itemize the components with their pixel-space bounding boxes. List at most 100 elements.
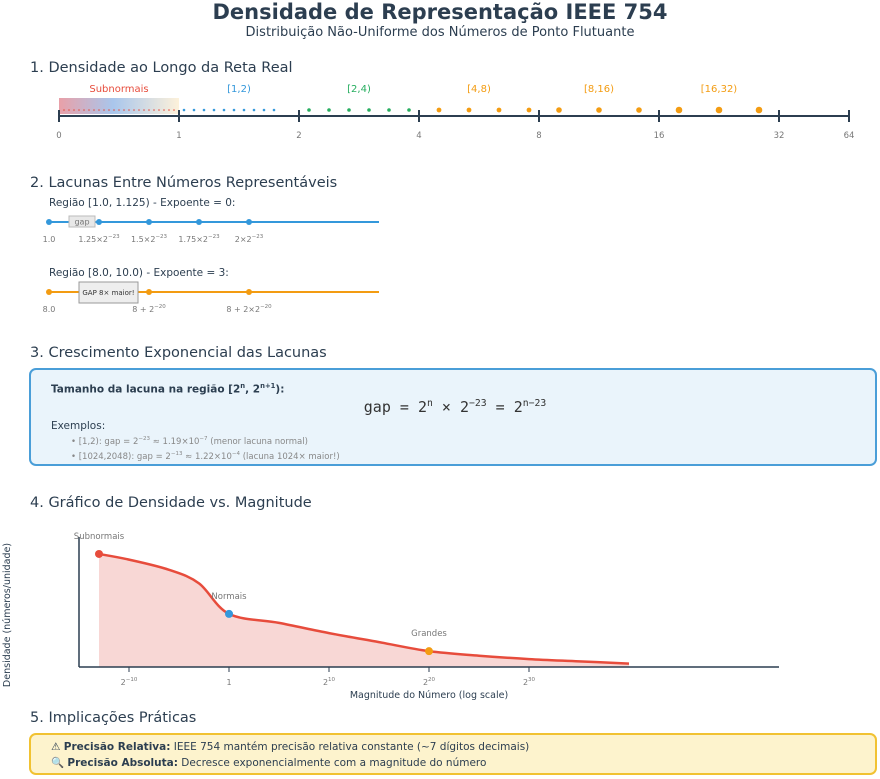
section4-heading: 4. Gráfico de Densidade vs. Magnitude <box>30 495 312 511</box>
tick-label-1: 1 <box>176 131 181 141</box>
region-a-tick-label: 1.5×2−23 <box>131 234 168 244</box>
implication-relative: ⚠ Precisão Relativa: IEEE 754 mantém pre… <box>51 741 530 753</box>
representable-dot <box>158 109 160 111</box>
region-a-point <box>196 219 202 225</box>
representable-dot <box>83 109 85 111</box>
section3-heading: 3. Crescimento Exponencial das Lacunas <box>30 345 327 361</box>
representable-dot <box>123 109 125 111</box>
page-title: Densidade de Representação IEEE 754 <box>212 0 668 24</box>
representable-dot <box>636 107 642 113</box>
representable-dot <box>68 109 70 111</box>
representable-dot <box>128 109 130 111</box>
representable-dot <box>168 109 170 111</box>
representable-dot <box>133 109 135 111</box>
chart-annotation: Grandes <box>411 629 447 639</box>
representable-dot <box>98 109 100 111</box>
representable-dot <box>387 108 391 112</box>
region-a-tick-label: 2×2−23 <box>235 234 264 244</box>
representable-dot <box>436 107 442 113</box>
section2-heading: 2. Lacunas Entre Números Representáveis <box>30 175 338 191</box>
tick-label-16: 16 <box>654 131 665 141</box>
representable-dot <box>242 108 246 112</box>
representable-dot <box>113 109 115 111</box>
region-a-title: Região [1.0, 1.125) - Expoente = 0: <box>49 197 236 209</box>
representable-dot <box>755 106 763 114</box>
chart-marker <box>225 609 233 618</box>
region-a-tick-label: 1.75×2−23 <box>178 234 220 244</box>
representable-dot <box>496 107 502 113</box>
representable-dot <box>118 109 120 111</box>
representable-dot <box>153 109 155 111</box>
representable-dot <box>407 108 411 112</box>
representable-dot <box>272 108 276 112</box>
subnormal-label: Subnormais <box>89 84 148 95</box>
representable-dot <box>192 108 196 112</box>
representable-dot <box>202 108 206 112</box>
example-item: • [1024,2048): gap = 2−13 ≈ 1.22×10−4 (l… <box>71 451 340 462</box>
tick-label-8: 8 <box>536 131 541 141</box>
representable-dot <box>173 109 175 111</box>
tick-label-32: 32 <box>774 131 785 141</box>
region-b-point <box>46 289 52 295</box>
region-a-tick-label: 1.25×2−23 <box>78 234 120 244</box>
region-b-tick-label: 8 + 2−20 <box>132 304 166 314</box>
density-number-line: Subnormais [1,2) [2,4) [4,8) [8,16) [16,… <box>56 84 854 141</box>
representable-dot <box>148 109 150 111</box>
x-tick-label: 230 <box>523 677 536 687</box>
representable-dot <box>675 106 683 114</box>
examples-title: Exemplos: <box>51 420 106 432</box>
gap-big-label: GAP 8× maior! <box>82 289 134 297</box>
example-item: • [1,2): gap = 2−23 ≈ 1.19×10−7 (menor l… <box>71 436 308 447</box>
chart-marker <box>425 647 433 656</box>
density-chart: Densidade (números/unidade) 2−10 1 210 220 2… <box>2 532 779 701</box>
tick-label-64: 64 <box>844 131 855 141</box>
representable-dot <box>93 109 95 111</box>
page-subtitle: Distribuição Não-Uniforme dos Números de… <box>245 25 635 40</box>
density-area <box>99 553 629 667</box>
representable-dot <box>78 109 80 111</box>
representable-dot <box>556 107 562 113</box>
region-a-point <box>96 219 102 225</box>
x-tick-label: 220 <box>423 677 436 687</box>
representable-dot <box>466 107 472 113</box>
representable-dot <box>232 108 236 112</box>
tick-labels: 0 1 2 4 8 16 32 64 <box>56 131 854 141</box>
tick-label-2: 2 <box>296 131 301 141</box>
chart-xlabel: Magnitude do Número (log scale) <box>350 690 508 701</box>
chart-annotation: Normais <box>211 592 247 602</box>
warning-icon: ⚠ <box>51 741 61 753</box>
gap-formula: gap = 2n × 2−23 = 2n−23 <box>363 398 547 416</box>
magnifier-icon: 🔍 <box>51 757 65 769</box>
representable-dot <box>262 108 266 112</box>
representable-dot <box>108 109 110 111</box>
gap-formula-box: Tamanho da lacuna na região [2n, 2n+1): … <box>29 368 877 466</box>
x-tick-label: 210 <box>323 677 336 687</box>
representable-dot <box>63 109 65 111</box>
representable-dot <box>367 108 371 112</box>
chart-ylabel: Densidade (números/unidade) <box>2 543 13 687</box>
region-a-point <box>46 219 52 225</box>
representable-dot <box>88 109 90 111</box>
representable-dot <box>307 108 311 112</box>
region-a-point <box>246 219 252 225</box>
representable-dot <box>143 109 145 111</box>
region-b-point <box>246 289 252 295</box>
gap-label: gap <box>74 218 89 227</box>
representable-dot <box>73 109 75 111</box>
representable-dot <box>163 109 165 111</box>
formula-box-title: Tamanho da lacuna na região [2n, 2n+1): <box>51 382 285 396</box>
region-b-title: Região [8.0, 10.0) - Expoente = 3: <box>49 267 229 279</box>
representable-dot <box>182 108 186 112</box>
representable-dot <box>212 108 216 112</box>
gap-diagram-region-b: GAP 8× maior! 8.0 8 + 2−20 8 + 2×2−20 <box>43 281 379 314</box>
x-tick-label: 1 <box>226 678 231 687</box>
region-a-tick-label: 1.0 <box>43 235 56 244</box>
implications-box: ⚠ Precisão Relativa: IEEE 754 mantém pre… <box>29 733 877 775</box>
region-a-point <box>146 219 152 225</box>
representable-dot <box>138 109 140 111</box>
x-tick-label: 2−10 <box>121 677 138 687</box>
representable-dot <box>252 108 256 112</box>
region-label-4-8: [4,8) <box>467 84 491 95</box>
region-b-point <box>146 289 152 295</box>
region-b-tick-label: 8.0 <box>43 305 56 314</box>
